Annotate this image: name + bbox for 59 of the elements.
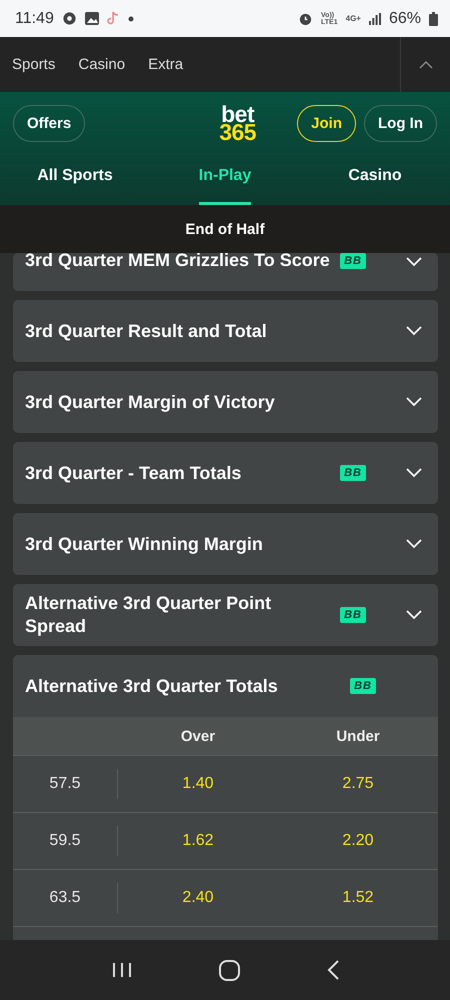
login-button[interactable]: Log In: [364, 104, 437, 142]
home-icon[interactable]: [218, 960, 240, 980]
tab[interactable]: All Sports: [37, 167, 113, 205]
market-card[interactable]: Alternative 3rd Quarter Totals BB Over Under 57.5 1.40 2.75 59.5 1.62 2.20 63.5 2.40 1.52: [13, 655, 438, 940]
expand-chevron-icon[interactable]: [406, 257, 422, 267]
logo: bet 365: [219, 105, 256, 141]
market-card[interactable]: 3rd Quarter MEM Grizzlies To Score BB: [13, 253, 438, 291]
bet-builder-badge: BB: [350, 678, 376, 694]
market-title: Alternative 3rd Quarter Totals: [25, 674, 279, 698]
recent-apps-icon[interactable]: [112, 962, 132, 978]
expand-chevron-icon[interactable]: [406, 539, 422, 549]
network-label: 4G+: [346, 14, 361, 23]
expand-chevron-icon[interactable]: [406, 326, 422, 336]
market-card[interactable]: 3rd Quarter - Team Totals BB: [13, 442, 438, 504]
market-title: Alternative 3rd Quarter Point Spread: [25, 592, 272, 638]
odds-value[interactable]: 1.62: [118, 832, 278, 850]
market-title: 3rd Quarter Result and Total: [25, 320, 268, 342]
nav-link[interactable]: Sports: [12, 56, 56, 73]
line-value: 63.5: [13, 883, 118, 913]
expand-chevron-icon[interactable]: [406, 397, 422, 407]
odds-value[interactable]: 2.40: [118, 889, 278, 907]
gallery-icon: [84, 12, 99, 25]
market-card[interactable]: 3rd Quarter Margin of Victory: [13, 371, 438, 433]
join-button[interactable]: Join: [297, 104, 356, 142]
market-card[interactable]: 3rd Quarter Result and Total: [13, 300, 438, 362]
market-card[interactable]: Alternative 3rd Quarter Point Spread BB: [13, 584, 438, 646]
dot-icon: [128, 16, 134, 22]
alarm-icon: [298, 11, 314, 26]
line-value: 59.5: [13, 826, 118, 856]
line-value: 57.5: [13, 769, 118, 799]
browser-icon: [62, 11, 77, 26]
music-note-icon: [106, 11, 120, 26]
tab[interactable]: Casino: [348, 167, 402, 205]
odds-value[interactable]: 2.20: [278, 832, 438, 850]
expand-chevron-icon[interactable]: [406, 610, 422, 620]
market-card[interactable]: 3rd Quarter Winning Margin: [13, 513, 438, 575]
bet-builder-badge: BB: [340, 253, 366, 269]
bet-builder-badge: BB: [340, 465, 366, 481]
nav-link[interactable]: Casino: [78, 56, 126, 73]
nav-link[interactable]: Extra: [148, 56, 184, 73]
expand-chevron-icon[interactable]: [406, 468, 422, 478]
odds-value[interactable]: 2.75: [278, 775, 438, 793]
odds-value[interactable]: 1.40: [118, 775, 278, 793]
bet-builder-badge: BB: [340, 607, 366, 623]
market-title: 3rd Quarter MEM Grizzlies To Score: [25, 253, 330, 272]
signal-icon: [368, 12, 381, 24]
market-title: 3rd Quarter Margin of Victory: [25, 390, 276, 414]
battery-icon: [429, 12, 438, 26]
clock-time: 11:49: [15, 10, 54, 28]
market-title: 3rd Quarter - Team Totals: [25, 462, 242, 484]
column-header: Over: [180, 728, 216, 744]
column-header: Under: [335, 728, 381, 744]
collapse-icon[interactable]: [418, 60, 432, 68]
offers-button[interactable]: Offers: [13, 104, 86, 142]
battery-percent: 66%: [388, 10, 421, 28]
odds-value[interactable]: 1.52: [278, 889, 438, 907]
market-title: 3rd Quarter Winning Margin: [25, 532, 264, 556]
back-icon[interactable]: [326, 960, 338, 980]
match-status: End of Half: [185, 220, 265, 238]
